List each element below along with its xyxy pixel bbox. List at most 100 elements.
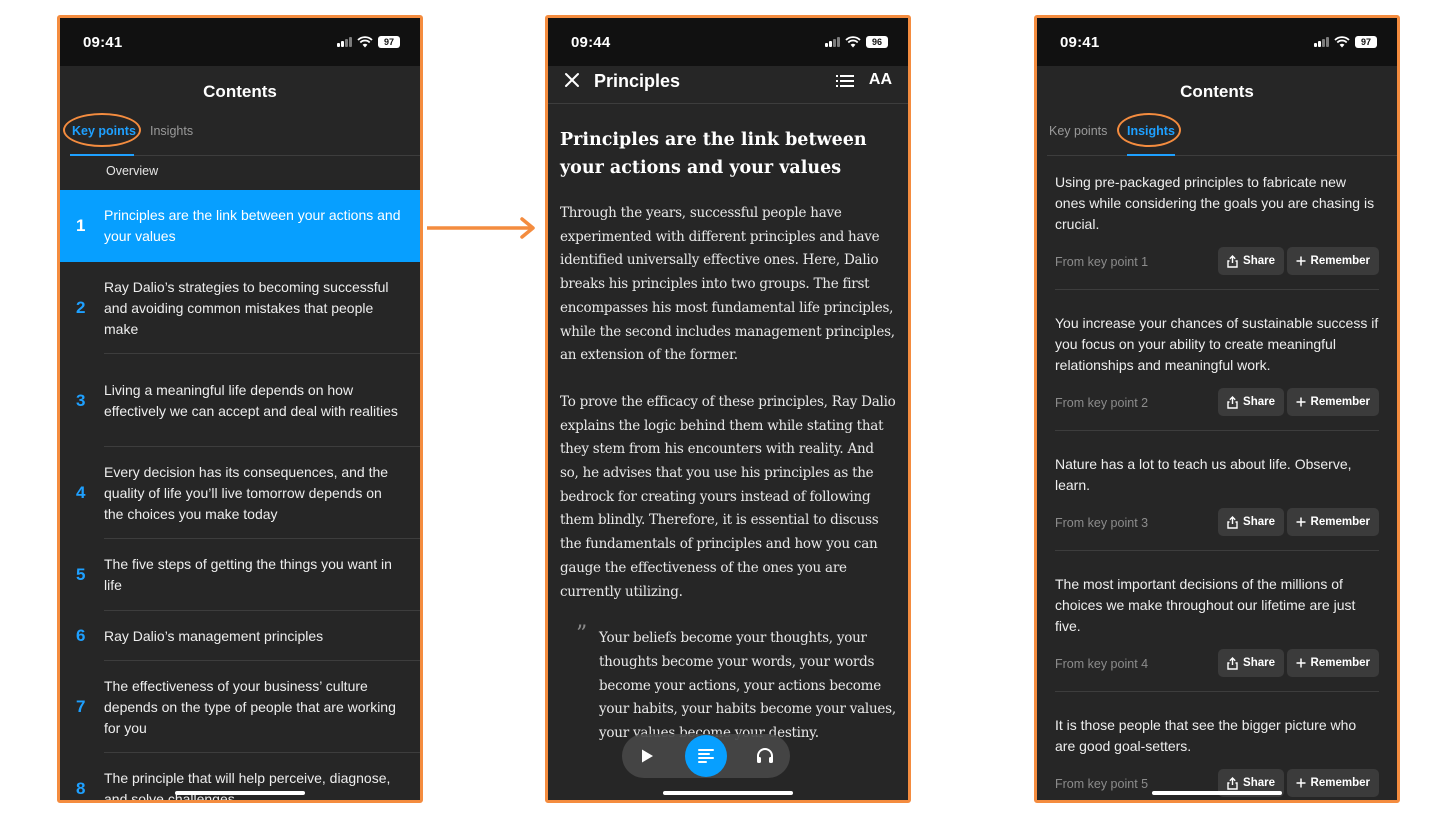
insight-card-2: You increase your chances of sustainable… — [1055, 290, 1379, 431]
overview-link[interactable]: Overview — [106, 164, 158, 178]
remember-button[interactable]: Remember — [1286, 649, 1379, 677]
close-icon[interactable] — [562, 70, 582, 90]
status-bar: 09:41 97 — [60, 18, 420, 66]
play-icon — [642, 749, 653, 763]
key-point-item-8[interactable]: 8 The principle that will help perceive,… — [60, 753, 420, 803]
battery-icon: 96 — [866, 36, 888, 48]
share-icon — [1227, 515, 1238, 529]
tab-bar: Key points Insights — [1047, 118, 1397, 156]
key-point-item-5[interactable]: 5 The five steps of getting the things y… — [60, 539, 420, 611]
insight-text: Using pre-packaged principles to fabrica… — [1055, 174, 1375, 232]
insight-text: It is those people that see the bigger p… — [1055, 717, 1357, 754]
chapter-heading: Principles are the link between your act… — [560, 130, 867, 178]
key-point-text: Principles are the link between your act… — [104, 207, 401, 244]
key-point-number: 8 — [76, 779, 86, 798]
status-bar: 09:41 97 — [1037, 18, 1397, 66]
cellular-signal-icon — [1314, 37, 1329, 47]
insight-source: From key point 1 — [1055, 255, 1149, 269]
reader-paragraph: To prove the efficacy of these principle… — [560, 393, 896, 600]
share-icon — [1227, 776, 1238, 790]
key-point-item-2[interactable]: 2 Ray Dalio’s strategies to becoming suc… — [60, 262, 420, 354]
plus-icon — [1296, 517, 1306, 527]
key-point-number: 7 — [76, 697, 86, 716]
remember-button[interactable]: Remember — [1286, 769, 1379, 797]
remember-button[interactable]: Remember — [1286, 508, 1379, 536]
share-button[interactable]: Share — [1218, 247, 1284, 275]
reader-title: Principles — [594, 71, 681, 91]
wifi-icon — [1334, 36, 1350, 48]
key-point-text: Living a meaningful life depends on how … — [104, 381, 398, 419]
headphones-icon — [757, 748, 773, 763]
key-point-number: 6 — [76, 626, 86, 645]
key-point-item-4[interactable]: 4 Every decision has its consequences, a… — [60, 447, 420, 539]
table-of-contents-icon[interactable] — [836, 74, 854, 88]
key-point-item-1[interactable]: 1 Principles are the link between your a… — [60, 190, 420, 262]
reader-header: Principles AA — [548, 66, 908, 104]
active-tab-indicator — [70, 154, 134, 156]
wifi-icon — [845, 36, 861, 48]
remember-button[interactable]: Remember — [1286, 247, 1379, 275]
key-point-text: Ray Dalio’s strategies to becoming succe… — [104, 278, 389, 337]
active-tab-indicator — [1127, 154, 1175, 156]
play-button[interactable] — [636, 745, 658, 767]
tab-insights[interactable]: Insights — [150, 124, 193, 138]
insight-card-3: Nature has a lot to teach us about life.… — [1055, 431, 1379, 551]
cellular-signal-icon — [825, 37, 840, 47]
insight-source: From key point 2 — [1055, 396, 1149, 410]
key-point-text: The effectiveness of your business’ cult… — [104, 677, 396, 736]
plus-icon — [1296, 256, 1306, 266]
contents-insights-screen: 09:41 97 Contents Key points Insights Us… — [1034, 15, 1400, 803]
key-point-item-6[interactable]: 6 Ray Dalio’s management principles — [60, 611, 420, 661]
remember-button[interactable]: Remember — [1286, 388, 1379, 416]
share-button[interactable]: Share — [1218, 508, 1284, 536]
key-points-list: 1 Principles are the link between your a… — [60, 190, 420, 803]
reader-paragraph: Through the years, successful people hav… — [560, 205, 895, 364]
tab-key-points[interactable]: Key points — [72, 124, 136, 138]
key-point-item-7[interactable]: 7 The effectiveness of your business’ cu… — [60, 661, 420, 753]
key-point-text: The principle that will help perceive, d… — [104, 770, 391, 803]
plus-icon — [1296, 778, 1306, 788]
share-button[interactable]: Share — [1218, 649, 1284, 677]
quote-icon: ” — [576, 622, 587, 648]
status-time: 09:41 — [1060, 33, 1100, 51]
insight-source: From key point 5 — [1055, 777, 1149, 791]
insight-card-4: The most important decisions of the mill… — [1055, 551, 1379, 692]
cellular-signal-icon — [337, 37, 352, 47]
page-title: Contents — [203, 82, 277, 101]
listen-mode-button[interactable] — [754, 745, 776, 767]
insight-text: The most important decisions of the mill… — [1055, 576, 1356, 634]
insight-card-1: Using pre-packaged principles to fabrica… — [1055, 157, 1379, 290]
audio-player-bar — [622, 734, 790, 778]
tab-bar: Key points Insights — [70, 118, 420, 156]
key-point-number: 4 — [76, 483, 86, 502]
plus-icon — [1296, 658, 1306, 668]
plus-icon — [1296, 397, 1306, 407]
insight-source: From key point 3 — [1055, 516, 1149, 530]
key-point-text: The five steps of getting the things you… — [104, 556, 392, 593]
key-point-number: 2 — [76, 298, 86, 317]
status-time: 09:41 — [83, 33, 123, 51]
share-icon — [1227, 395, 1238, 409]
read-mode-button[interactable] — [685, 735, 727, 777]
share-icon — [1227, 656, 1238, 670]
status-bar: 09:44 96 — [548, 18, 908, 66]
insight-text: You increase your chances of sustainable… — [1055, 315, 1379, 373]
battery-icon: 97 — [1355, 36, 1377, 48]
text-lines-icon — [698, 749, 714, 763]
insights-list: Using pre-packaged principles to fabrica… — [1055, 157, 1379, 800]
insight-card-5: It is those people that see the bigger p… — [1055, 692, 1379, 799]
reader-content: Principles are the link between your act… — [560, 126, 896, 746]
key-point-text: Ray Dalio’s management principles — [104, 627, 324, 644]
share-button[interactable]: Share — [1218, 388, 1284, 416]
font-settings-button[interactable]: AA — [869, 71, 892, 89]
quote-text: Your beliefs become your thoughts, your … — [599, 630, 896, 742]
annotation-arrow-icon — [427, 217, 535, 239]
home-indicator — [175, 791, 305, 795]
key-point-number: 1 — [76, 216, 86, 235]
tab-insights[interactable]: Insights — [1127, 124, 1175, 138]
quote-block: ” Your beliefs become your thoughts, you… — [560, 623, 896, 746]
page-title: Contents — [1180, 82, 1254, 101]
tab-key-points[interactable]: Key points — [1049, 124, 1107, 138]
home-indicator — [1152, 791, 1282, 795]
key-point-item-3[interactable]: 3 Living a meaningful life depends on ho… — [60, 354, 420, 447]
